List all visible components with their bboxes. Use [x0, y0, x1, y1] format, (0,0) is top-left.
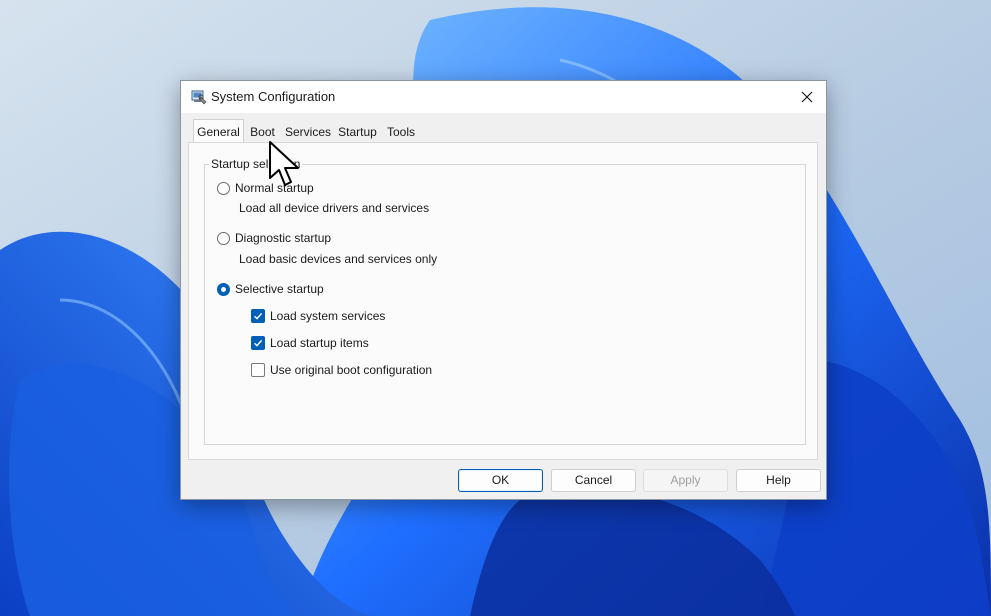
dialog-title: System Configuration — [211, 89, 336, 104]
tab-tools[interactable]: Tools — [382, 122, 420, 142]
msconfig-app-icon — [191, 90, 207, 105]
selective-startup-label: Selective startup — [235, 282, 324, 296]
close-button[interactable] — [788, 81, 826, 113]
radio-indicator — [217, 231, 230, 245]
radio-indicator — [217, 181, 230, 195]
use-original-boot-configuration-label: Use original boot configuration — [270, 363, 433, 377]
radio-indicator-selected — [217, 282, 230, 296]
diagnostic-startup-label: Diagnostic startup — [235, 231, 332, 245]
load-startup-items-label: Load startup items — [270, 336, 369, 350]
load-startup-items-checkbox[interactable]: Load startup items — [251, 336, 369, 350]
tab-services[interactable]: Services — [283, 122, 333, 142]
tab-general[interactable]: General — [193, 119, 244, 142]
diagnostic-startup-radio[interactable]: Diagnostic startup — [217, 231, 331, 245]
load-system-services-checkbox[interactable]: Load system services — [251, 309, 385, 323]
selective-startup-radio[interactable]: Selective startup — [217, 282, 324, 296]
load-system-services-label: Load system services — [270, 309, 386, 323]
checkmark-icon — [251, 309, 265, 323]
title-bar[interactable]: System Configuration — [181, 81, 826, 113]
use-original-boot-configuration-checkbox[interactable]: Use original boot configuration — [251, 363, 432, 377]
close-icon — [801, 91, 813, 103]
normal-startup-description: Load all device drivers and services — [239, 201, 430, 215]
mouse-pointer-icon — [269, 141, 299, 186]
diagnostic-startup-description: Load basic devices and services only — [239, 252, 438, 266]
checkbox-indicator — [251, 363, 265, 377]
cancel-button[interactable]: Cancel — [551, 469, 636, 492]
apply-button[interactable]: Apply — [643, 469, 728, 492]
checkmark-icon — [251, 336, 265, 350]
ok-button[interactable]: OK — [458, 469, 543, 492]
help-button[interactable]: Help — [736, 469, 821, 492]
tab-startup[interactable]: Startup — [335, 122, 380, 142]
tab-boot[interactable]: Boot — [244, 122, 281, 142]
